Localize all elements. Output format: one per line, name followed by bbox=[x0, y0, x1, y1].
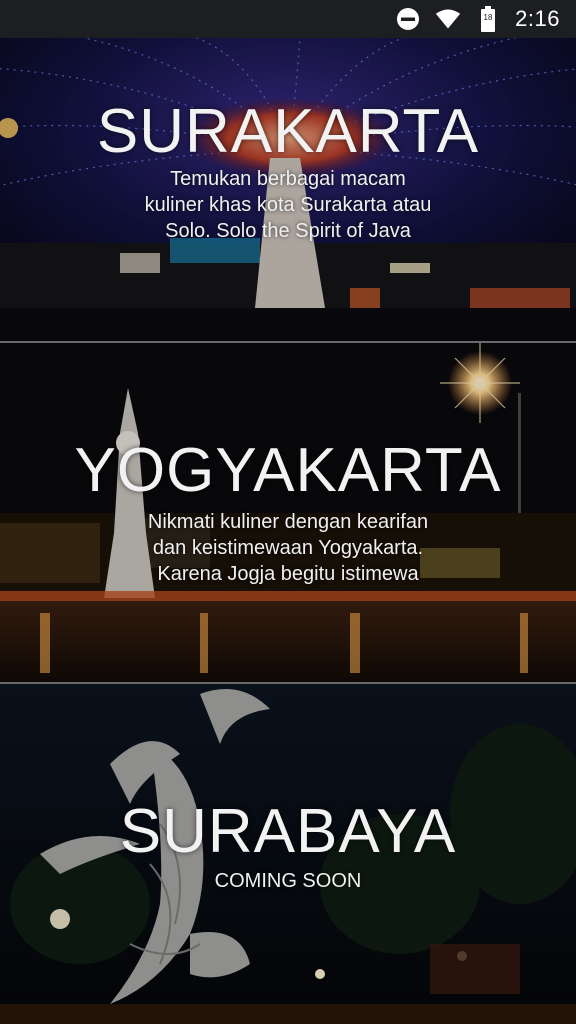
wifi-icon bbox=[435, 6, 461, 32]
city-title: YOGYAKARTA bbox=[74, 436, 502, 505]
city-card-surakarta[interactable]: SURAKARTA Temukan berbagai macam kuliner… bbox=[0, 38, 576, 341]
city-description: COMING SOON bbox=[0, 868, 576, 894]
city-card-surabaya[interactable]: SURABAYA COMING SOON bbox=[0, 684, 576, 1024]
description-line: kuliner khas kota Surakarta atau bbox=[144, 194, 432, 216]
do-not-disturb-icon bbox=[395, 6, 421, 32]
coming-soon-label: COMING SOON bbox=[214, 870, 362, 892]
svg-text:18: 18 bbox=[484, 13, 493, 22]
description-line: Karena Jogja begitu istimewa bbox=[157, 563, 419, 585]
description-line: Solo. Solo the Spirit of Java bbox=[165, 220, 411, 242]
city-card-yogyakarta[interactable]: YOGYAKARTA Nikmati kuliner dengan kearif… bbox=[0, 343, 576, 682]
city-title: SURABAYA bbox=[119, 797, 457, 866]
description-line: dan keistimewaan Yogyakarta. bbox=[152, 537, 424, 559]
city-description: Temukan berbagai macam kuliner khas kota… bbox=[0, 166, 576, 244]
description-line: Temukan berbagai macam bbox=[170, 168, 406, 190]
city-description: Nikmati kuliner dengan kearifan dan keis… bbox=[0, 509, 576, 587]
description-line: Nikmati kuliner dengan kearifan bbox=[147, 511, 429, 533]
clock: 2:16 bbox=[515, 6, 560, 31]
status-bar: 18 2:16 bbox=[0, 0, 576, 38]
city-title: SURAKARTA bbox=[96, 97, 480, 166]
battery-icon: 18 bbox=[475, 6, 501, 32]
